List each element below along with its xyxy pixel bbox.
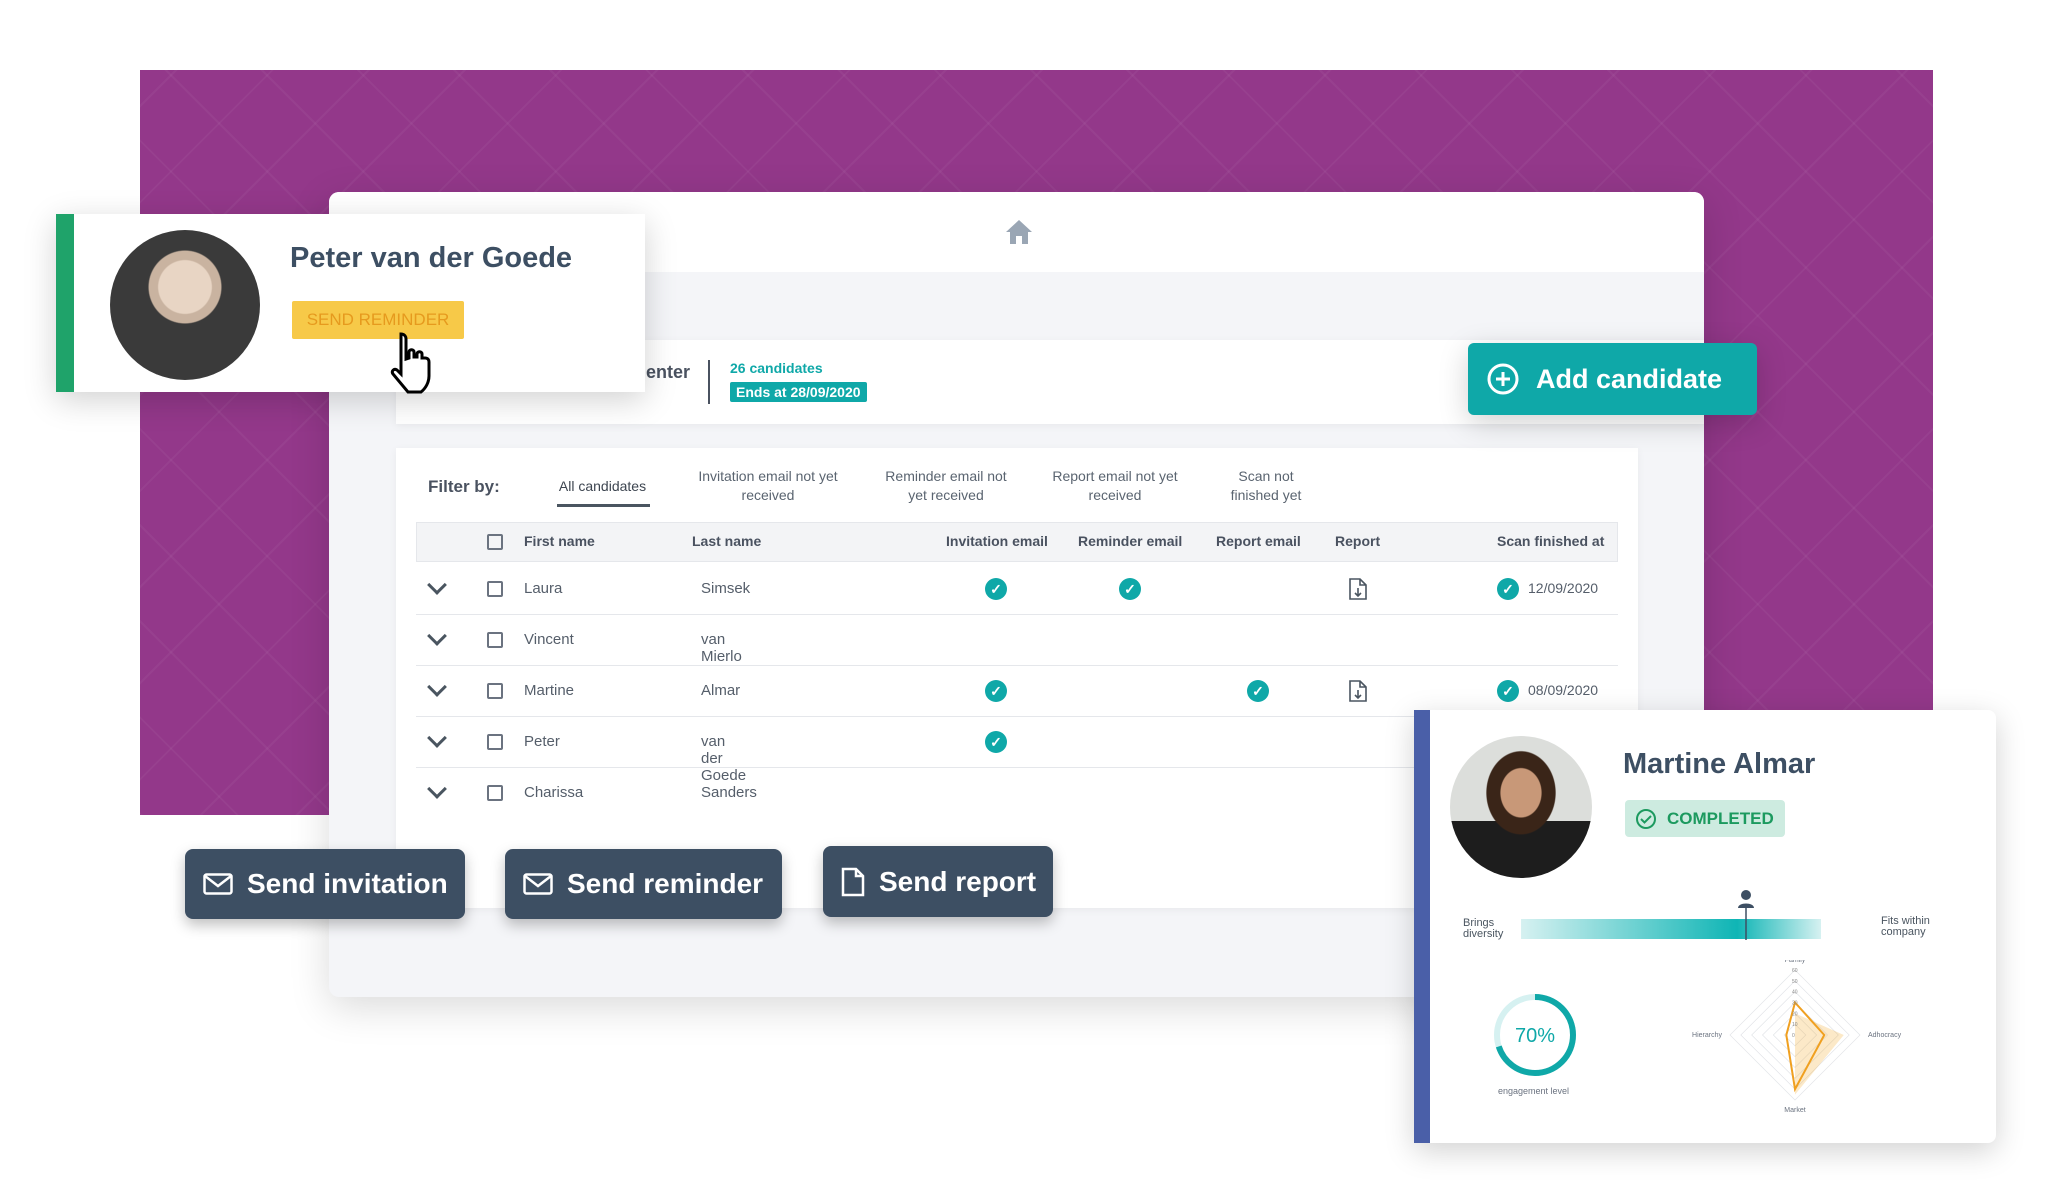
hand-cursor-icon <box>390 332 431 394</box>
filter-tab-all[interactable]: All candidates <box>540 477 665 496</box>
martine-card: Martine Almar COMPLETED Brings diversity… <box>1414 710 1996 1143</box>
col-last-name[interactable]: Last name <box>692 533 761 549</box>
filter-tab-report[interactable]: Report email not yet received <box>1045 467 1185 505</box>
last-name: Sanders <box>701 784 757 801</box>
peter-name: Peter van der Goede <box>290 242 573 274</box>
radar-tick: 30 <box>1792 1001 1798 1007</box>
report-download-icon[interactable] <box>1348 577 1368 601</box>
add-candidate-button[interactable]: Add candidate <box>1468 343 1757 415</box>
completed-badge: COMPLETED <box>1625 800 1785 837</box>
row-checkbox[interactable] <box>487 581 503 597</box>
candidate-marker <box>1736 890 1756 945</box>
culture-radar-chart: 0 10 20 30 40 50 60 Family Adhocracy Market Hierar… <box>1692 960 1902 1114</box>
send-invitation-label: Send invitation <box>247 868 448 899</box>
status-text: COMPLETED <box>1667 808 1774 828</box>
peter-card: Peter van der Goede SEND REMINDER <box>56 214 645 392</box>
radar-axis-label: Adhocracy <box>1868 1032 1902 1039</box>
scale-right-label: Fits within company <box>1881 915 1930 938</box>
radar-axis-label: Market <box>1784 1107 1805 1114</box>
radar-tick: 0 <box>1792 1033 1795 1039</box>
filter-tab-scan[interactable]: Scan not finished yet <box>1216 467 1316 505</box>
last-name: van Mierlo <box>701 631 742 665</box>
reminder-check-icon: ✓ <box>1119 578 1141 600</box>
add-candidate-label: Add candidate <box>1536 363 1723 394</box>
candidates-count: 26 candidates <box>730 360 823 376</box>
col-report-email[interactable]: Report email <box>1216 533 1301 549</box>
scan-date: 12/09/2020 <box>1528 580 1599 596</box>
person-icon <box>1738 890 1754 940</box>
engagement-value: 70% <box>1515 1025 1555 1047</box>
divider <box>708 360 710 404</box>
invitation-check-icon: ✓ <box>985 731 1007 753</box>
col-first-name[interactable]: First name <box>524 533 595 549</box>
martine-avatar <box>1450 736 1592 878</box>
radar-tick: 50 <box>1792 979 1798 985</box>
radar-tick: 20 <box>1792 1011 1798 1017</box>
first-name: Charissa <box>524 784 584 801</box>
plus-circle-icon <box>1487 363 1519 395</box>
engagement-label: engagement level <box>1498 1086 1570 1096</box>
fit-scale-bar <box>1521 919 1821 939</box>
scan-check-icon: ✓ <box>1497 680 1519 702</box>
first-name: Peter <box>524 733 560 750</box>
filter-label: Filter by: <box>428 477 500 496</box>
ends-at-badge: Ends at 28/09/2020 <box>730 382 867 402</box>
select-all-checkbox[interactable] <box>487 534 503 550</box>
row-checkbox[interactable] <box>487 734 503 750</box>
col-report[interactable]: Report <box>1335 533 1380 549</box>
assessment-title: enter <box>646 362 691 382</box>
envelope-icon <box>203 873 233 895</box>
send-report-label: Send report <box>879 865 1037 897</box>
row-divider <box>416 665 1618 666</box>
first-name: Martine <box>524 682 575 699</box>
row-checkbox[interactable] <box>487 683 503 699</box>
radar-tick: 60 <box>1792 968 1798 974</box>
row-checkbox[interactable] <box>487 632 503 648</box>
home-icon[interactable] <box>1004 218 1034 246</box>
check-circle-icon <box>1636 808 1656 829</box>
send-report-button[interactable]: Send report <box>823 846 1053 917</box>
filter-tab-reminder[interactable]: Reminder email not yet received <box>876 467 1016 505</box>
scan-date: 08/09/2020 <box>1528 682 1599 698</box>
col-invitation-email[interactable]: Invitation email <box>946 533 1048 549</box>
document-icon <box>841 867 865 896</box>
first-name: Laura <box>524 580 563 597</box>
envelope-icon <box>523 873 553 895</box>
active-tab-underline <box>557 504 650 507</box>
col-reminder-email[interactable]: Reminder email <box>1078 533 1182 549</box>
send-invitation-button[interactable]: Send invitation <box>185 849 465 919</box>
radar-tick: 40 <box>1792 990 1798 996</box>
row-checkbox[interactable] <box>487 785 503 801</box>
martine-name: Martine Almar <box>1623 748 1816 780</box>
scale-left-label: Brings diversity <box>1463 917 1504 940</box>
send-reminder-label: Send reminder <box>567 868 764 899</box>
radar-tick: 10 <box>1792 1022 1798 1028</box>
radar-filled-area <box>1795 1013 1844 1095</box>
last-name: Simsek <box>701 580 751 597</box>
send-reminder-button[interactable]: Send reminder <box>505 849 782 919</box>
report-email-check-icon: ✓ <box>1247 680 1269 702</box>
report-download-icon[interactable] <box>1348 679 1368 703</box>
last-name: van der Goede <box>701 733 747 784</box>
filter-tab-invitation[interactable]: Invitation email not yet received <box>698 467 838 505</box>
invitation-check-icon: ✓ <box>985 680 1007 702</box>
invitation-check-icon: ✓ <box>985 578 1007 600</box>
radar-axis-label: Family <box>1785 960 1806 964</box>
peter-avatar <box>110 230 260 380</box>
radar-axis-label: Hierarchy <box>1692 1032 1722 1039</box>
scan-check-icon: ✓ <box>1497 578 1519 600</box>
last-name: Almar <box>701 682 741 699</box>
first-name: Vincent <box>524 631 574 648</box>
engagement-donut: 70% <box>1494 994 1576 1076</box>
col-scan-finished[interactable]: Scan finished at <box>1497 533 1604 549</box>
row-divider <box>416 614 1618 615</box>
